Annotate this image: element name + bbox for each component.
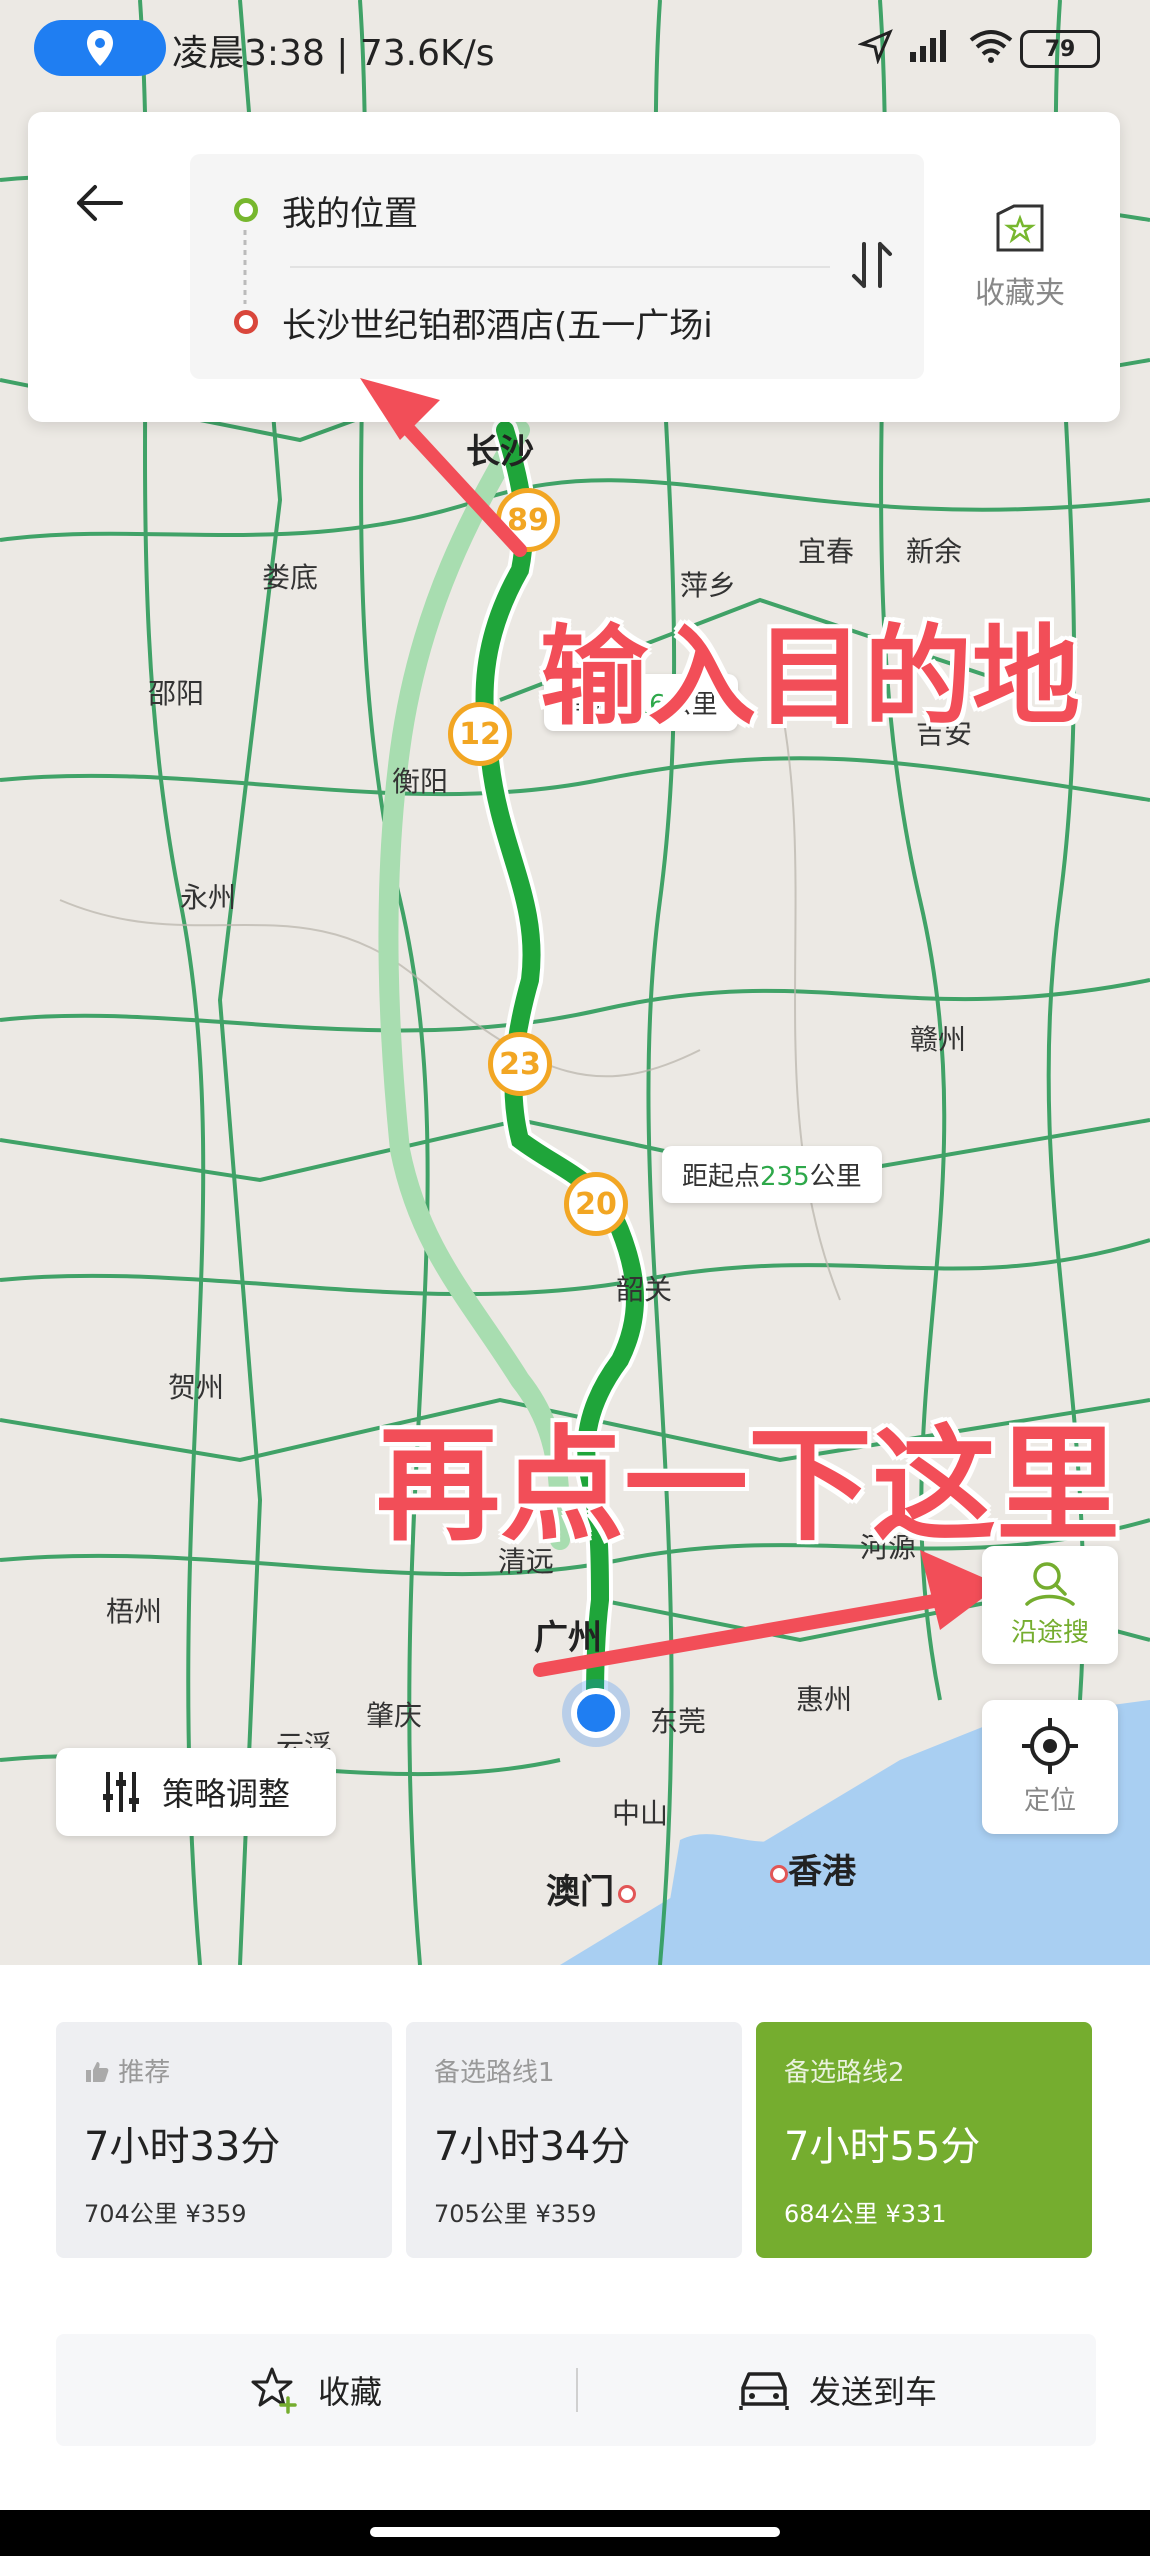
annotation-tap-here-again: 再点一下这里 [376, 1414, 1121, 1558]
route-cost: ¥331 [885, 2200, 947, 2228]
route-distance: 704公里 [84, 2200, 178, 2228]
route-meta: 684公里 ¥331 [784, 2194, 947, 2229]
send-to-car-label: 发送到车 [808, 2373, 937, 2411]
along-route-search-button[interactable]: 沿途搜 [982, 1546, 1118, 1664]
locate-button[interactable]: 定位 [982, 1700, 1118, 1834]
route-card-recommended[interactable]: 推荐 7小时33分 704公里 ¥359 [56, 2022, 392, 2258]
annotation-arrows [360, 378, 1000, 1677]
route-duration: 7小时34分 [434, 2124, 631, 2170]
strategy-label: 策略调整 [161, 1775, 290, 1813]
route-meta: 705公里 ¥359 [434, 2194, 597, 2229]
strategy-adjust-button[interactable]: 策略调整 [56, 1748, 336, 1836]
favorite-button[interactable]: 收藏 [56, 2334, 576, 2446]
route-card-alternate-2[interactable]: 备选路线2 7小时55分 684公里 ¥331 [756, 2022, 1092, 2258]
along-route-search-icon [1025, 1562, 1075, 1606]
crosshair-icon [1022, 1718, 1078, 1774]
locate-label: 定位 [1023, 1786, 1076, 1816]
route-tag: 推荐 [84, 2052, 170, 2089]
along-route-search-label: 沿途搜 [1010, 1618, 1089, 1648]
home-indicator[interactable] [370, 2527, 780, 2537]
route-tag-label: 推荐 [118, 2058, 171, 2088]
arrow-head-up [360, 378, 440, 440]
route-distance: 684公里 [784, 2200, 878, 2228]
car-icon [739, 2372, 789, 2410]
favorite-label: 收藏 [317, 2373, 382, 2411]
star-add-icon [251, 2367, 297, 2414]
route-duration: 7小时33分 [84, 2124, 281, 2170]
annotation-enter-destination: 输入目的地 [540, 615, 1081, 740]
route-cost: ¥359 [185, 2200, 247, 2228]
route-tag: 备选路线1 [434, 2058, 555, 2088]
route-duration: 7小时55分 [784, 2124, 981, 2170]
thumbs-up-icon [86, 2062, 109, 2082]
sliders-icon [102, 1772, 139, 1812]
route-card-alternate-1[interactable]: 备选路线1 7小时34分 705公里 ¥359 [406, 2022, 742, 2258]
route-distance: 705公里 [434, 2200, 528, 2228]
route-tag: 备选路线2 [784, 2058, 905, 2088]
route-cost: ¥359 [535, 2200, 597, 2228]
route-meta: 704公里 ¥359 [84, 2194, 247, 2229]
send-to-car-button[interactable]: 发送到车 [578, 2334, 1096, 2446]
action-bar: 收藏 发送到车 [56, 2334, 1096, 2446]
